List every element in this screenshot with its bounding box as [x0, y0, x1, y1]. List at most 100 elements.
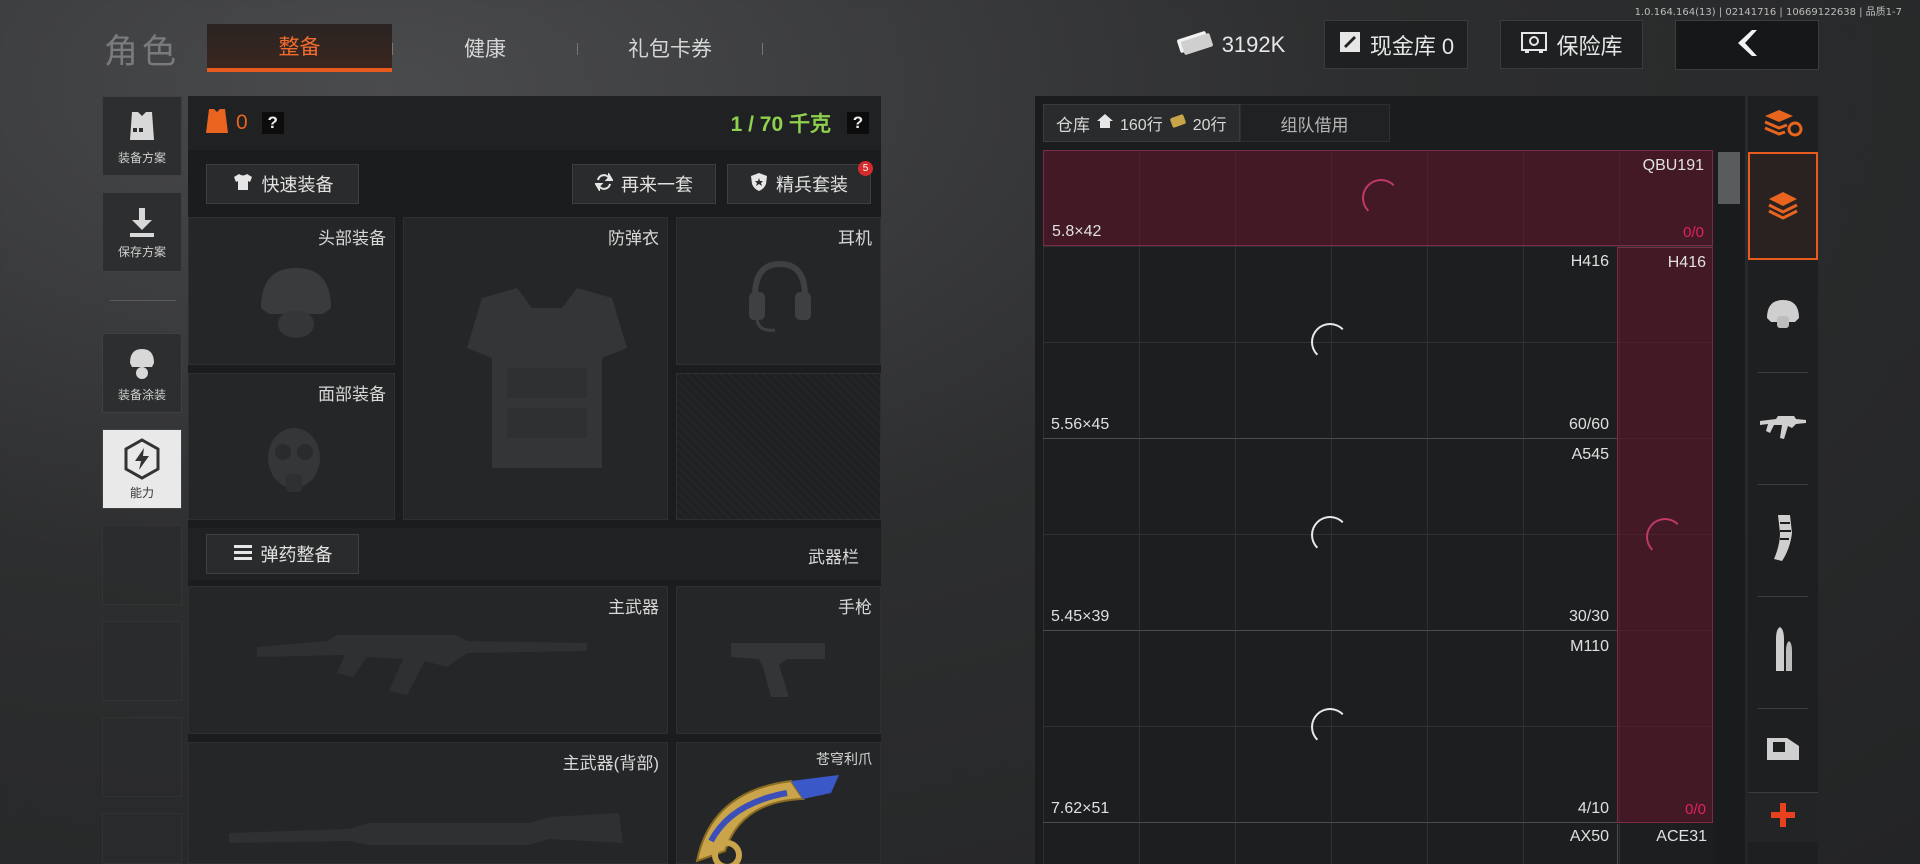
weapon-name: M110 [1570, 638, 1609, 655]
home-icon [1096, 113, 1114, 134]
ammo-caliber: 5.8×42 [1052, 223, 1102, 240]
weapon-name: AX50 [1569, 828, 1609, 845]
weapon-name: QBU191 [1642, 157, 1704, 174]
back-button[interactable] [1675, 20, 1819, 70]
armor-count: 0 [236, 111, 248, 134]
reroll-button[interactable]: 再来一套 [572, 164, 716, 204]
category-attachments[interactable] [1748, 710, 1818, 790]
category-weapons[interactable] [1748, 374, 1818, 482]
category-sort-button[interactable] [1748, 96, 1818, 152]
head-slot[interactable]: 头部装备 [188, 217, 395, 365]
slot-label: 手枪 [838, 598, 872, 617]
warehouse-scrollbar[interactable] [1716, 150, 1742, 864]
reroll-label: 再来一套 [621, 175, 693, 195]
weapon-name: H416 [1570, 253, 1609, 270]
slot-label: 耳机 [838, 229, 872, 248]
weight-bar: 0 ? 1 / 70 千克 ? [188, 96, 881, 150]
safe-icon [1520, 30, 1548, 60]
quick-equip-button[interactable]: 快速装备 [206, 164, 359, 204]
elite-set-label: 精兵套装 [776, 175, 848, 195]
body-armor-slot[interactable]: 防弹衣 [403, 217, 668, 520]
ammo-equip-button[interactable]: 弹药整备 [206, 534, 359, 574]
elite-set-badge: 5 [858, 161, 873, 176]
pistol-silhouette-icon [729, 633, 829, 708]
gasmask-silhouette-icon [259, 422, 329, 507]
safe-label: 保险库 [1556, 33, 1623, 59]
tab-equip[interactable]: 整备 [207, 24, 392, 72]
sidebar-item-ability[interactable]: 能力 [102, 429, 182, 509]
warehouse-item-qbu191[interactable]: QBU191 5.8×42 0/0 [1043, 150, 1713, 246]
warehouse-item-a545[interactable]: A545 5.45×39 30/30 [1043, 440, 1617, 631]
loading-spinner-icon [1646, 518, 1684, 556]
primary-weapon-slot[interactable]: 主武器 [188, 586, 668, 734]
ticket-icon [1169, 113, 1187, 133]
earpiece-slot[interactable]: 耳机 [676, 217, 881, 365]
sidebar-item-skin[interactable]: 装备涂装 [102, 333, 182, 413]
warehouse-item-side-column[interactable]: H416 0/0 [1617, 247, 1713, 823]
weight-help-icon[interactable]: ? [847, 112, 869, 134]
currency-amount: 3192K [1221, 31, 1286, 57]
primary-back-slot[interactable]: 主武器(背部) [188, 742, 668, 864]
category-magazines[interactable] [1748, 486, 1818, 594]
warehouse-item-h416[interactable]: H416 5.56×45 60/60 [1043, 247, 1617, 439]
quick-equip-label: 快速装备 [261, 175, 334, 195]
bullet-icon [1768, 625, 1798, 680]
tab-team-borrow[interactable]: 组队借用 [1239, 104, 1390, 142]
layers-icon [1766, 187, 1800, 226]
sidebar-item-label: 装备涂装 [117, 388, 166, 402]
cash-vault-button[interactable]: 现金库 0 [1324, 20, 1468, 69]
warehouse-scrollbar-thumb[interactable] [1718, 152, 1740, 204]
elite-set-button[interactable]: 精兵套装 [727, 164, 871, 204]
armor-count-icon [204, 106, 230, 141]
sidebar-empty-slot [102, 525, 182, 605]
weight-value: 1 / 70 千克 [730, 113, 831, 136]
magazine-icon [1768, 513, 1798, 568]
sidebar-empty-slot [102, 621, 182, 701]
refresh-icon [594, 170, 614, 196]
armor-help-icon[interactable]: ? [261, 112, 284, 134]
locked-slot [676, 373, 881, 520]
category-gear[interactable] [1748, 262, 1818, 370]
weapon-name: ACE31 [1656, 828, 1707, 845]
ammo-list-icon [233, 543, 253, 566]
tab-gift-cards[interactable]: 礼包卡券 [585, 24, 755, 72]
version-info: 1.0.164.164(13) | 02141716 | 10669122638… [1634, 7, 1902, 18]
shirt-icon [232, 172, 254, 197]
ammo-count: 60/60 [1568, 416, 1609, 433]
category-divider [1758, 372, 1808, 373]
rifle-silhouette-icon [257, 617, 597, 722]
safe-button[interactable]: 保险库 [1500, 20, 1643, 69]
face-slot[interactable]: 面部装备 [188, 373, 395, 520]
tab-divider [577, 43, 578, 55]
warehouse-item-ax50[interactable]: AX50 [1043, 824, 1617, 864]
loading-spinner-icon [1311, 708, 1349, 746]
category-ammo[interactable] [1748, 598, 1818, 706]
ammo-count: 0/0 [1685, 801, 1706, 818]
currency-display[interactable]: 3192K [1168, 20, 1293, 69]
melee-slot[interactable]: 苍穹利爪 [676, 742, 881, 864]
slot-label: 主武器 [608, 598, 659, 617]
add-category-button[interactable] [1748, 792, 1818, 842]
sidebar-item-save-plan[interactable]: 保存方案 [102, 192, 182, 272]
ammo-caliber: 5.56×45 [1051, 416, 1110, 433]
warehouse-rows-home: 160行 [1120, 117, 1163, 134]
category-divider [1758, 708, 1808, 709]
helmet-silhouette-icon [251, 258, 341, 353]
pistol-slot[interactable]: 手枪 [676, 586, 881, 734]
tab-warehouse[interactable]: 仓库 160行 20行 [1043, 104, 1240, 142]
ability-hex-icon [120, 437, 164, 484]
tab-health[interactable]: 健康 [400, 24, 570, 72]
warehouse-item-m110[interactable]: M110 7.62×51 4/10 [1043, 632, 1617, 823]
stack-refresh-icon [1763, 106, 1803, 143]
ammo-count: 30/30 [1568, 608, 1609, 625]
sidebar-item-label: 能力 [129, 486, 154, 500]
vest-plan-icon [122, 106, 162, 149]
headset-silhouette-icon [745, 256, 815, 341]
warehouse-item-ace31[interactable]: ACE31 [1617, 824, 1713, 864]
sidebar-item-loadout-plan[interactable]: 装备方案 [102, 96, 182, 176]
weapon-name: H416 [1667, 254, 1706, 271]
slot-label: 防弹衣 [608, 229, 659, 248]
category-all[interactable] [1748, 152, 1818, 260]
warehouse-grid: QBU191 5.8×42 0/0 H416 5.56×45 60/60 H41… [1043, 150, 1713, 864]
helmet-icon [1763, 296, 1803, 337]
